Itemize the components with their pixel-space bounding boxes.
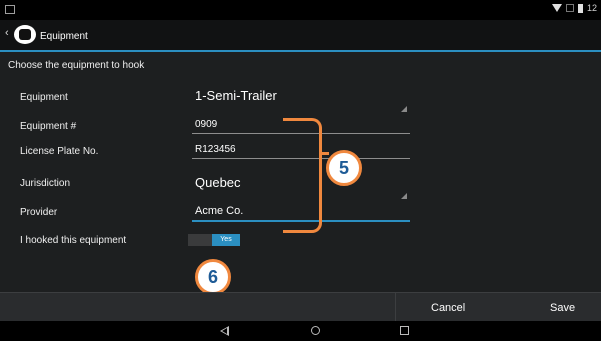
callout-bracket	[283, 118, 322, 233]
provider-label: Provider	[20, 207, 58, 218]
callout-badge-5: 5	[326, 150, 362, 186]
page-title: Equipment	[40, 31, 88, 42]
jurisdiction-label: Jurisdiction	[20, 178, 71, 189]
notification-icon	[5, 5, 15, 14]
wifi-icon	[551, 4, 562, 12]
action-bar: Cancel Save	[0, 292, 601, 321]
system-nav-bar	[0, 321, 601, 341]
clock: 12	[586, 3, 597, 13]
callout-badge-6: 6	[195, 259, 231, 295]
form-subtitle: Choose the equipment to hook	[8, 60, 145, 71]
app-bar: ‹ Equipment	[0, 20, 601, 52]
provider-value: Acme Co.	[195, 205, 244, 217]
equipment-spinner[interactable]: 1-Semi-Trailer	[195, 88, 277, 103]
license-plate-label: License Plate No.	[20, 146, 99, 157]
back-arrow-icon[interactable]: ‹	[5, 27, 9, 39]
hooked-toggle[interactable]: Yes	[188, 234, 240, 246]
jurisdiction-spinner[interactable]: Quebec	[195, 175, 241, 190]
app-logo-icon[interactable]	[14, 25, 36, 44]
save-button[interactable]: Save	[550, 302, 575, 314]
action-divider	[395, 293, 396, 321]
nav-back-icon[interactable]	[220, 326, 229, 336]
status-icons: 12	[551, 3, 597, 13]
signal-icon	[565, 4, 574, 12]
nav-home-icon[interactable]	[311, 326, 320, 335]
battery-icon	[577, 3, 583, 13]
nav-recents-icon[interactable]	[400, 326, 409, 335]
status-bar: 12	[0, 0, 601, 20]
hooked-label: I hooked this equipment	[20, 235, 127, 246]
spinner-arrow-icon	[401, 193, 407, 199]
equipment-number-label: Equipment #	[20, 121, 77, 132]
cancel-button[interactable]: Cancel	[431, 302, 465, 314]
license-plate-value: R123456	[195, 144, 236, 155]
spinner-arrow-icon	[401, 106, 407, 112]
callout-bracket-tick	[319, 152, 329, 155]
toggle-on-label: Yes	[212, 234, 240, 246]
equipment-number-value: 0909	[195, 119, 218, 130]
equipment-label: Equipment	[20, 92, 68, 103]
